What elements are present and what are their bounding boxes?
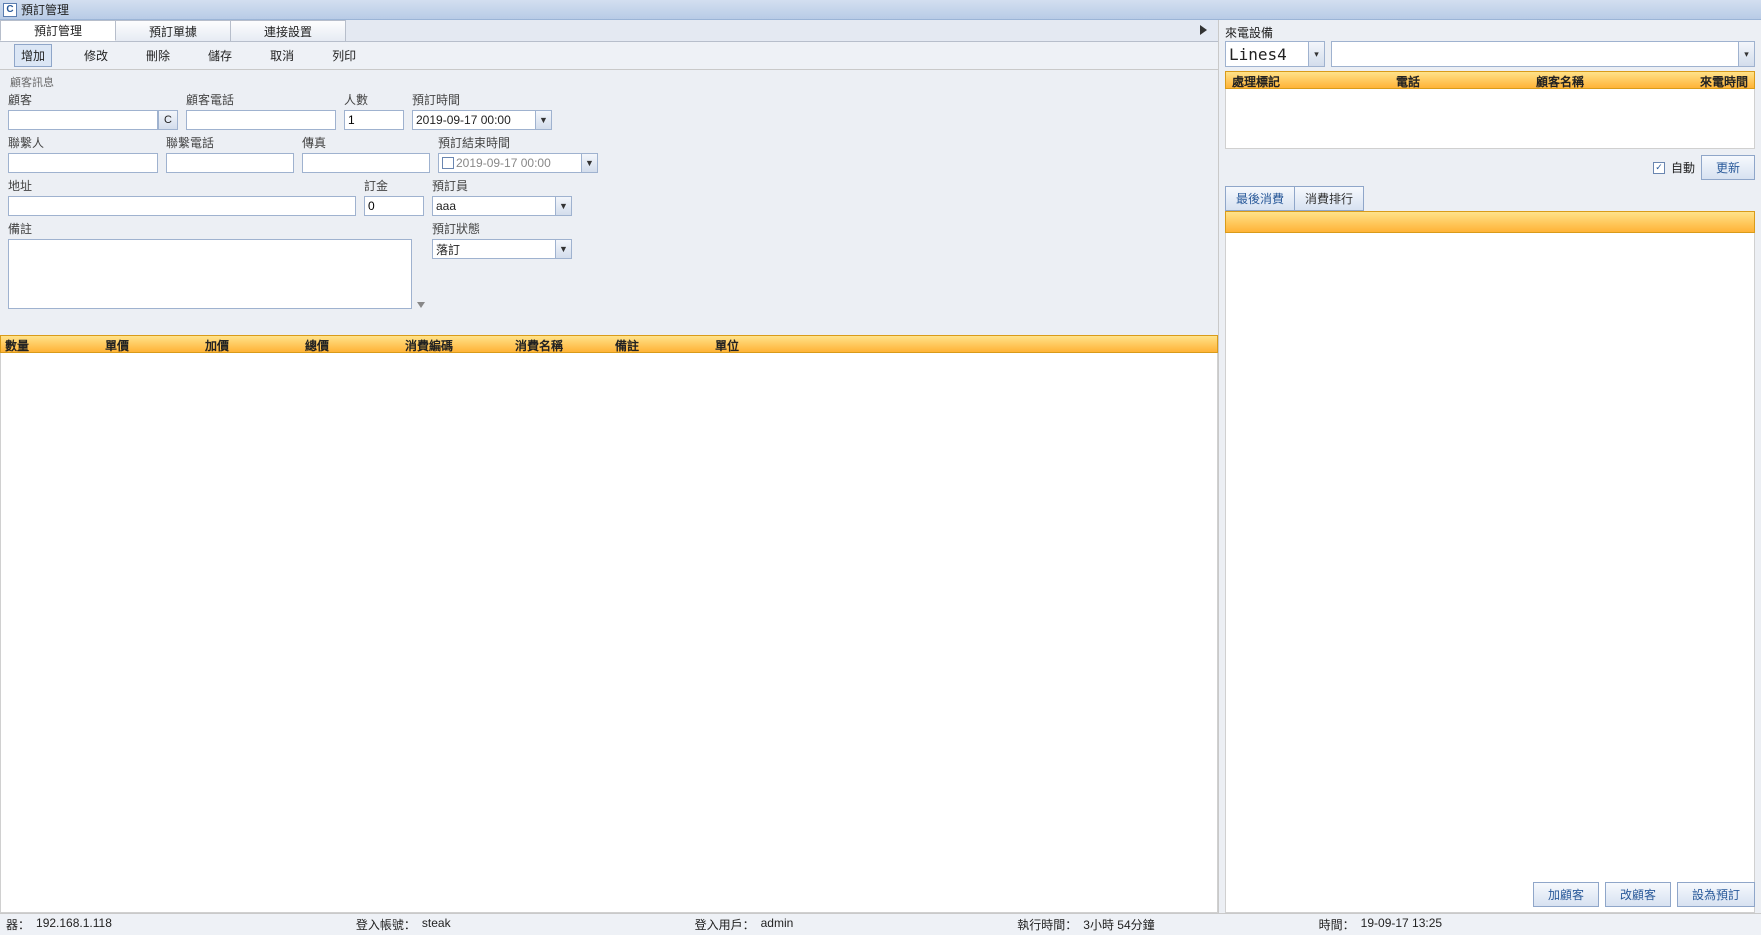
status-label: 預訂狀態 — [432, 220, 572, 237]
memo-textarea[interactable] — [8, 239, 412, 309]
chevron-down-icon: ▼ — [555, 197, 571, 215]
chevron-down-icon: ▾ — [1738, 42, 1754, 66]
tab-reserve-manage[interactable]: 預訂管理 — [0, 20, 116, 41]
tab-reserve-docs[interactable]: 預訂單據 — [115, 20, 231, 41]
customer-phone-input[interactable] — [186, 110, 336, 130]
people-input[interactable] — [344, 110, 404, 130]
set-reserve-button[interactable]: 設為預訂 — [1677, 882, 1755, 907]
staff-select[interactable]: aaa ▼ — [432, 196, 572, 216]
main-tabs: 預訂管理 預訂單據 連接設置 — [0, 20, 1218, 42]
add-customer-button[interactable]: 加顧客 — [1533, 882, 1599, 907]
main-panel: 預訂管理 預訂單據 連接設置 增加 修改 刪除 儲存 取消 列印 顧客訊息 顧客… — [0, 20, 1219, 913]
contact-label: 聯繫人 — [8, 134, 158, 151]
fax-input[interactable] — [302, 153, 430, 173]
address-label: 地址 — [8, 177, 356, 194]
consume-grid-body[interactable] — [1225, 233, 1755, 913]
col-memo[interactable]: 備註 — [611, 336, 711, 352]
chevron-down-icon: ▼ — [581, 154, 597, 172]
col-qty[interactable]: 數量 — [1, 336, 101, 352]
account-label: 登入帳號： — [356, 916, 416, 933]
caller-panel: 來電設備 Lines4 ▾ ▾ 處理標記 電話 顧客名稱 來電時間 ✓ 自動 更… — [1219, 20, 1761, 913]
contact-phone-input[interactable] — [166, 153, 294, 173]
line-value: Lines4 — [1229, 45, 1287, 64]
contact-input[interactable] — [8, 153, 158, 173]
host-value: 192.168.1.118 — [36, 916, 112, 933]
reserve-end-time-value: 2019-09-17 00:00 — [456, 156, 551, 170]
add-button[interactable]: 增加 — [14, 44, 52, 67]
col-unit[interactable]: 單位 — [711, 336, 1217, 352]
staff-value: aaa — [436, 199, 456, 213]
col-calltime[interactable]: 來電時間 — [1694, 72, 1754, 88]
auto-checkbox[interactable]: ✓ — [1653, 162, 1665, 174]
window-title: 預訂管理 — [21, 1, 69, 18]
app-icon: C — [3, 3, 17, 17]
end-time-checkbox[interactable] — [442, 157, 454, 169]
reserve-time-value: 2019-09-17 00:00 — [416, 113, 511, 127]
delete-button[interactable]: 刪除 — [140, 45, 176, 66]
col-handle[interactable]: 處理標記 — [1226, 72, 1286, 88]
customer-input[interactable] — [8, 110, 158, 130]
status-select[interactable]: 落訂 ▼ — [432, 239, 572, 259]
time-label: 時間： — [1319, 916, 1355, 933]
chevron-down-icon: ▼ — [555, 240, 571, 258]
consume-grid-header — [1225, 211, 1755, 233]
user-label: 登入用戶： — [695, 916, 755, 933]
refresh-button[interactable]: 更新 — [1701, 155, 1755, 180]
expand-right-icon[interactable] — [1200, 25, 1207, 35]
save-button[interactable]: 儲存 — [202, 45, 238, 66]
reserve-end-time-select[interactable]: 2019-09-17 00:00 ▼ — [438, 153, 598, 173]
status-value: 落訂 — [436, 241, 460, 258]
toolbar: 增加 修改 刪除 儲存 取消 列印 — [0, 42, 1218, 70]
runtime-label: 執行時間： — [1017, 916, 1077, 933]
chevron-down-icon: ▾ — [1308, 42, 1324, 66]
calls-grid-header: 處理標記 電話 顧客名稱 來電時間 — [1225, 71, 1755, 89]
items-grid-header: 數量 單價 加價 總價 消費編碼 消費名稱 備註 單位 — [0, 335, 1218, 353]
window-titlebar: C 預訂管理 — [0, 0, 1761, 20]
device-label: 來電設備 — [1225, 24, 1755, 41]
calls-grid-body[interactable] — [1225, 89, 1755, 149]
deposit-label: 訂金 — [364, 177, 424, 194]
address-input[interactable] — [8, 196, 356, 216]
tab-connection-settings[interactable]: 連接設置 — [230, 20, 346, 41]
col-code[interactable]: 消費編碼 — [401, 336, 511, 352]
chevron-down-icon: ▼ — [535, 111, 551, 129]
reserve-time-select[interactable]: 2019-09-17 00:00 ▼ — [412, 110, 552, 130]
host-label: 器： — [6, 916, 30, 933]
reserve-end-time-label: 預訂結束時間 — [438, 134, 598, 151]
people-label: 人數 — [344, 91, 404, 108]
customer-form: 顧客訊息 顧客 C 顧客電話 人數 預訂 — [0, 70, 1218, 315]
device-select[interactable]: ▾ — [1331, 41, 1755, 67]
reserve-time-label: 預訂時間 — [412, 91, 552, 108]
customer-lookup-button[interactable]: C — [158, 110, 178, 130]
time-value: 19-09-17 13:25 — [1361, 916, 1442, 933]
customer-label: 顧客 — [8, 91, 178, 108]
edit-customer-button[interactable]: 改顧客 — [1605, 882, 1671, 907]
staff-label: 預訂員 — [432, 177, 572, 194]
col-name[interactable]: 消費名稱 — [511, 336, 611, 352]
section-label: 顧客訊息 — [10, 74, 1210, 90]
deposit-input[interactable] — [364, 196, 424, 216]
col-total[interactable]: 總價 — [301, 336, 401, 352]
account-value: steak — [422, 916, 451, 933]
user-value: admin — [761, 916, 794, 933]
tab-last-consume[interactable]: 最後消費 — [1225, 186, 1295, 211]
memo-expand-icon[interactable] — [417, 302, 425, 308]
items-grid-body[interactable] — [0, 353, 1218, 913]
contact-phone-label: 聯繫電話 — [166, 134, 294, 151]
tab-consume-rank[interactable]: 消費排行 — [1294, 186, 1364, 211]
auto-label: 自動 — [1671, 159, 1695, 176]
col-surcharge[interactable]: 加價 — [201, 336, 301, 352]
line-select[interactable]: Lines4 ▾ — [1225, 41, 1325, 67]
edit-button[interactable]: 修改 — [78, 45, 114, 66]
customer-phone-label: 顧客電話 — [186, 91, 336, 108]
fax-label: 傳真 — [302, 134, 430, 151]
col-price[interactable]: 單價 — [101, 336, 201, 352]
col-custname[interactable]: 顧客名稱 — [1530, 72, 1590, 88]
status-bar: 器： 192.168.1.118 登入帳號： steak 登入用戶： admin 執行… — [0, 913, 1761, 935]
memo-label: 備註 — [8, 220, 424, 237]
print-button[interactable]: 列印 — [326, 45, 362, 66]
col-phone[interactable]: 電話 — [1390, 72, 1426, 88]
runtime-value: 3小時 54分鐘 — [1083, 916, 1154, 933]
cancel-button[interactable]: 取消 — [264, 45, 300, 66]
